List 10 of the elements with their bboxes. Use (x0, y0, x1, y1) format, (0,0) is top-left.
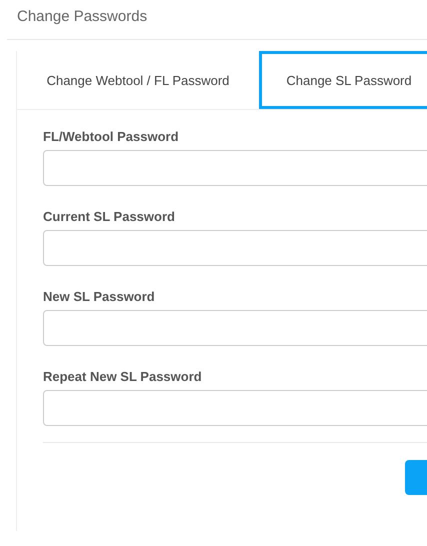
field-label: New SL Password (43, 289, 155, 304)
password-field[interactable] (43, 390, 427, 426)
password-field[interactable] (43, 150, 427, 186)
field-label: Repeat New SL Password (43, 369, 202, 384)
field-label: FL/Webtool Password (43, 129, 179, 144)
page-title: Change Passwords (16, 7, 148, 27)
password-field[interactable] (43, 230, 427, 266)
tab[interactable]: Change SL Password (259, 51, 427, 109)
field-label: Current SL Password (43, 209, 175, 224)
password-field[interactable] (43, 310, 427, 346)
